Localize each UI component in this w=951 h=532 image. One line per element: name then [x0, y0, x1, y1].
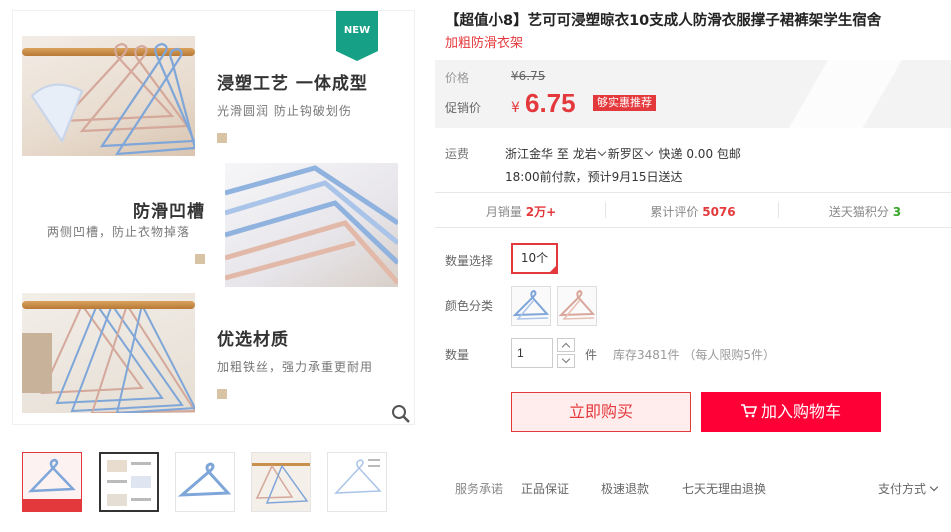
quantity-decrease-button[interactable] [557, 354, 575, 368]
service-item[interactable]: 极速退款 [601, 480, 649, 497]
add-to-cart-label: 加入购物车 [760, 402, 841, 421]
quantity-increase-button[interactable] [557, 338, 575, 352]
promo-price: 6.75 [525, 88, 576, 118]
new-tag: NEW [336, 11, 378, 61]
payment-label: 支付方式 [878, 482, 927, 496]
stat-points: 送天猫积分 3 [779, 203, 951, 220]
stat-value: 3 [892, 205, 902, 219]
feature-1: 浸塑工艺 一体成型 光滑圆润 防止钩破划伤 [217, 69, 368, 143]
feature-2-title: 防滑凹槽 [133, 202, 205, 222]
feature-photo-2 [225, 163, 398, 287]
quantity-unit: 件 [585, 348, 598, 362]
feature-photo-1 [22, 36, 195, 156]
feature-2: 防滑凹槽 [133, 197, 205, 222]
product-subtitle: 加粗防滑衣架 [445, 36, 524, 51]
express-fee: 快递 0.00 包邮 [658, 147, 741, 161]
feature-3-subtitle: 加粗铁丝，强力承重更耐用 [217, 360, 374, 374]
product-title: 【超值小8】艺可可浸塑晾衣10支成人防滑衣服撑子裙裤架学生宿舍 [445, 13, 882, 29]
thumbnail-2[interactable] [99, 452, 159, 512]
price-label: 价格 [445, 71, 470, 85]
stat-label: 月销量 [485, 205, 522, 219]
selected-check-icon [548, 264, 558, 274]
stats-bar: 月销量 2万+ 累计评价 5076 送天猫积分 3 [435, 192, 951, 228]
product-gallery: NEW 浸塑工艺 一体成型 光滑圆润 防止钩破划伤 防滑凹槽 两侧凹槽，防止衣物… [0, 0, 418, 532]
quantity-choice-value: 10个 [520, 251, 549, 265]
shipping-from: 浙江金华 [505, 147, 554, 161]
stat-label: 送天猫积分 [828, 205, 889, 219]
dest-city-select[interactable]: 龙岩 [573, 147, 608, 161]
thumbnail-strip [22, 452, 418, 512]
shipping-to-word: 至 [556, 147, 569, 161]
thumbnail-5[interactable] [327, 452, 387, 512]
add-to-cart-button[interactable]: 加入购物车 [701, 392, 881, 432]
payment-methods-dropdown[interactable]: 支付方式 [878, 480, 940, 497]
thumbnail-4[interactable] [251, 452, 311, 512]
services-label: 服务承诺 [455, 482, 504, 496]
stat-reviews[interactable]: 累计评价 5076 [607, 203, 779, 220]
dest-district: 新罗区 [607, 147, 644, 161]
feature-2-mark [195, 254, 205, 264]
delivery-note: 18:00前付款，预计9月15日送达 [505, 170, 683, 184]
color-label: 颜色分类 [445, 299, 494, 313]
promo-label: 促销价 [445, 101, 482, 115]
zoom-icon[interactable] [391, 404, 411, 424]
shipping-route: 浙江金华 至 龙岩 新罗区 快递 0.00 包邮 [505, 145, 741, 162]
cart-icon [740, 404, 757, 418]
feature-2-subtitle: 两侧凹槽，防止衣物掉落 [47, 225, 191, 239]
promo-currency: ¥ [511, 100, 520, 116]
quantity-label: 数量 [445, 348, 470, 362]
chevron-up-icon [561, 342, 571, 352]
feature-3-mark [217, 389, 227, 399]
dest-district-select[interactable]: 新罗区 [608, 147, 655, 161]
feature-1-mark [217, 133, 227, 143]
shipping-label: 运费 [445, 147, 470, 161]
chevron-down-icon [644, 147, 653, 157]
quantity-choice-label: 数量选择 [445, 254, 494, 268]
service-item[interactable]: 七天无理由退换 [682, 480, 766, 497]
chevron-down-icon [561, 354, 571, 364]
stock-info: 库存3481件 （每人限购5件） [613, 348, 775, 362]
color-option-blue[interactable] [511, 286, 551, 326]
stat-value: 2万+ [525, 205, 557, 219]
feature-1-subtitle: 光滑圆润 防止钩破划伤 [217, 104, 352, 118]
stat-monthly-sales: 月销量 2万+ [435, 203, 607, 220]
stat-value: 5076 [702, 205, 736, 219]
chevron-down-icon [597, 147, 606, 157]
promo-badge: 够实惠推荐 [593, 95, 656, 111]
product-info: 【超值小8】艺可可浸塑晾衣10支成人防滑衣服撑子裙裤架学生宿舍 加粗防滑衣架 价… [435, 0, 951, 532]
divider [605, 202, 606, 218]
service-item[interactable]: 正品保证 [521, 480, 569, 497]
dest-city: 龙岩 [572, 147, 597, 161]
buy-now-button[interactable]: 立即购买 [511, 392, 691, 432]
feature-3-title: 优选材质 [217, 330, 289, 350]
quantity-input[interactable] [511, 338, 553, 368]
quantity-choice-option[interactable]: 10个 [511, 243, 558, 274]
price-box: 价格 ¥6.75 促销价 ¥ 6.75 够实惠推荐 [435, 60, 951, 128]
main-product-image[interactable]: NEW 浸塑工艺 一体成型 光滑圆润 防止钩破划伤 防滑凹槽 两侧凹槽，防止衣物… [12, 10, 415, 425]
chevron-down-icon [929, 482, 939, 492]
color-option-pink[interactable] [557, 286, 597, 326]
feature-1-title: 浸塑工艺 一体成型 [217, 74, 368, 94]
thumbnail-1[interactable] [22, 452, 82, 512]
feature-2-sub: 两侧凹槽，防止衣物掉落 [47, 223, 205, 264]
stat-label: 累计评价 [650, 205, 699, 219]
original-price: ¥6.75 [511, 69, 546, 83]
thumbnail-3[interactable] [175, 452, 235, 512]
feature-3: 优选材质 加粗铁丝，强力承重更耐用 [217, 325, 373, 399]
feature-photo-3 [22, 293, 195, 413]
